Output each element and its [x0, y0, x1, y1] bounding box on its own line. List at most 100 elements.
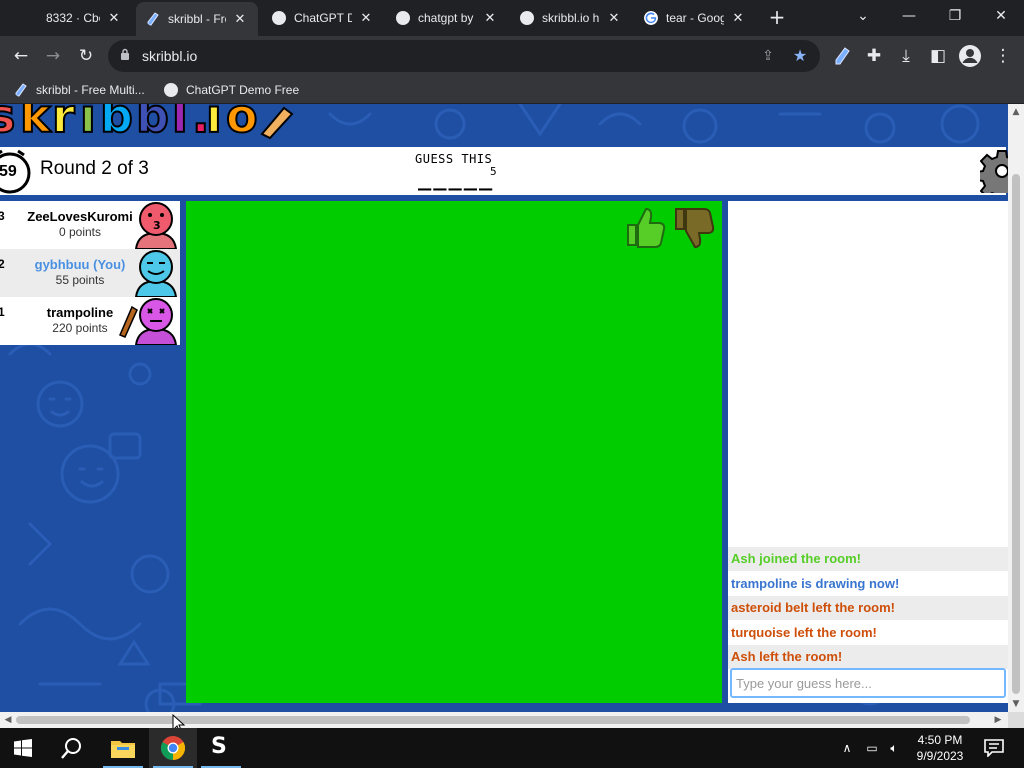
tab-title: skribbl.io h	[542, 11, 600, 25]
forward-arrow-icon[interactable]: →	[40, 43, 66, 69]
chat-message: turquoise left the room!	[731, 625, 877, 640]
tab-chatgpt-by[interactable]: chatgpt by ✕	[386, 4, 508, 32]
game-header: 59 Round 2 of 3 GUESS THIS _____ 5	[0, 147, 1024, 195]
word-length: 5	[490, 165, 497, 178]
s-app-icon: S	[211, 734, 227, 759]
volume-muted-icon[interactable]: 🔈︎	[886, 740, 902, 756]
scrollbar-corner	[1008, 712, 1024, 728]
tab-cboard[interactable]: 8332 · Cboa ✕	[32, 4, 132, 32]
browser-tab-strip: 8332 · Cboa ✕ skribbl - Fre ✕ ChatGPT D …	[0, 0, 1024, 36]
profile-avatar-icon[interactable]	[959, 45, 981, 67]
address-bar[interactable]: skribbl.io ⇪ ★	[108, 40, 820, 72]
close-window-button[interactable]: ✕	[978, 4, 1024, 28]
reload-icon[interactable]: ↻	[73, 43, 99, 69]
globe-icon	[272, 11, 286, 25]
chrome-icon	[161, 736, 185, 760]
s-app-taskbar-button[interactable]: S	[197, 728, 245, 768]
star-bookmark-icon[interactable]: ★	[790, 46, 810, 66]
thumbs-down-icon[interactable]	[672, 205, 716, 249]
skribbl-pencil-icon	[15, 83, 27, 97]
system-clock[interactable]: 4:50 PM 9/9/2023	[905, 732, 975, 764]
notification-center-icon[interactable]	[984, 739, 1004, 757]
skribbl-extension-icon[interactable]	[832, 46, 852, 66]
chat-panel: Ash joined the room! trampoline is drawi…	[728, 201, 1008, 703]
timer-clock: 59	[0, 147, 34, 195]
horizontal-scroll-thumb[interactable]	[16, 716, 970, 724]
bookmark-chatgpt-demo[interactable]: ChatGPT Demo Free	[164, 81, 299, 99]
page-viewport: s k r i b b l . i o 59 Round 2 of 3 GUES…	[0, 104, 1024, 728]
mouse-cursor-icon	[172, 714, 186, 728]
tab-title: chatgpt by	[418, 11, 474, 25]
url-text: skribbl.io	[142, 48, 198, 64]
vertical-scrollbar[interactable]: ▲ ▼	[1008, 104, 1024, 712]
vertical-scroll-thumb[interactable]	[1012, 174, 1020, 694]
download-icon[interactable]: ⤓	[893, 43, 919, 69]
svg-text:r: r	[52, 104, 75, 143]
tab-search-icon[interactable]: ⌄	[840, 4, 886, 28]
drawing-pencil-icon	[119, 305, 138, 338]
tab-chatgpt-demo[interactable]: ChatGPT D ✕	[262, 4, 384, 32]
close-icon[interactable]: ✕	[106, 10, 122, 26]
svg-text:i: i	[80, 104, 96, 143]
tab-google-search[interactable]: tear - Goog ✕	[634, 4, 756, 32]
globe-icon	[520, 11, 534, 25]
screen: 8332 · Cboa ✕ skribbl - Fre ✕ ChatGPT D …	[0, 0, 1024, 768]
close-icon[interactable]: ✕	[730, 10, 746, 26]
clock-date: 9/9/2023	[916, 749, 964, 763]
svg-text:b: b	[136, 104, 169, 143]
back-arrow-icon[interactable]: ←	[8, 43, 34, 69]
globe-icon	[164, 83, 178, 97]
svg-text:i: i	[206, 104, 222, 143]
more-menu-icon[interactable]: ⋮	[990, 43, 1016, 69]
bookmark-label: skribbl - Free Multi...	[36, 83, 145, 97]
player-row[interactable]: 1 trampoline 220 points	[0, 297, 180, 345]
skribbl-logo: s k r i b b l . i o	[0, 104, 294, 144]
svg-text:l: l	[172, 104, 188, 143]
player-avatar: 3	[134, 202, 178, 249]
scroll-left-arrow-icon[interactable]: ◀	[0, 712, 16, 728]
windows-start-icon[interactable]	[14, 739, 32, 757]
chat-message: asteroid belt left the room!	[728, 596, 1008, 620]
chat-message: trampoline is drawing now!	[731, 576, 900, 591]
new-tab-button[interactable]: +	[765, 6, 789, 30]
round-indicator: Round 2 of 3	[40, 158, 149, 179]
player-row[interactable]: 3 ZeeLovesKuromi 0 points 3	[0, 201, 180, 249]
player-rank: 2	[0, 257, 5, 271]
player-list: 3 ZeeLovesKuromi 0 points 3 2 gybhbuu (Y…	[0, 201, 180, 345]
skribbl-pencil-icon	[147, 12, 159, 26]
network-icon[interactable]: ▭	[864, 740, 880, 756]
scroll-right-arrow-icon[interactable]: ▶	[990, 712, 1006, 728]
thumbs-up-icon[interactable]	[624, 205, 668, 249]
horizontal-scrollbar[interactable]: ◀ ▶	[0, 712, 1008, 728]
player-avatar	[134, 298, 178, 345]
scroll-down-arrow-icon[interactable]: ▼	[1008, 696, 1024, 712]
drawing-canvas[interactable]	[186, 201, 722, 703]
restore-button[interactable]: ❐	[932, 4, 978, 28]
close-icon[interactable]: ✕	[482, 10, 498, 26]
close-icon[interactable]: ✕	[232, 11, 248, 27]
svg-text:k: k	[20, 104, 52, 143]
player-rank: 1	[0, 305, 5, 319]
close-icon[interactable]: ✕	[358, 10, 374, 26]
search-icon[interactable]	[61, 737, 83, 759]
chrome-taskbar-button[interactable]	[149, 728, 197, 768]
tab-skribbl[interactable]: skribbl - Fre ✕	[136, 2, 258, 36]
show-hidden-icons-chevron-icon[interactable]: ∧	[839, 740, 855, 756]
svg-text:o: o	[226, 104, 258, 143]
scroll-up-arrow-icon[interactable]: ▲	[1008, 104, 1024, 120]
share-icon[interactable]: ⇪	[758, 46, 778, 66]
player-row-you[interactable]: 2 gybhbuu (You) 55 points	[0, 249, 180, 297]
side-panel-icon[interactable]: ◧	[925, 43, 951, 69]
player-points: 0 points	[58, 225, 102, 239]
extensions-puzzle-icon[interactable]: ✚	[861, 43, 887, 69]
tab-skribbl-help[interactable]: skribbl.io h ✕	[510, 4, 632, 32]
close-icon[interactable]: ✕	[606, 10, 622, 26]
bookmark-skribbl[interactable]: skribbl - Free Multi...	[14, 81, 145, 99]
windows-taskbar: S ∧ ▭ 🔈︎ 4:50 PM 9/9/2023	[0, 728, 1024, 768]
file-explorer-taskbar-button[interactable]	[99, 728, 147, 768]
guess-input[interactable]	[730, 668, 1006, 698]
minimize-button[interactable]: —	[886, 4, 932, 28]
player-avatar	[134, 250, 178, 297]
tab-title: ChatGPT D	[294, 11, 352, 25]
svg-text:b: b	[100, 104, 133, 143]
